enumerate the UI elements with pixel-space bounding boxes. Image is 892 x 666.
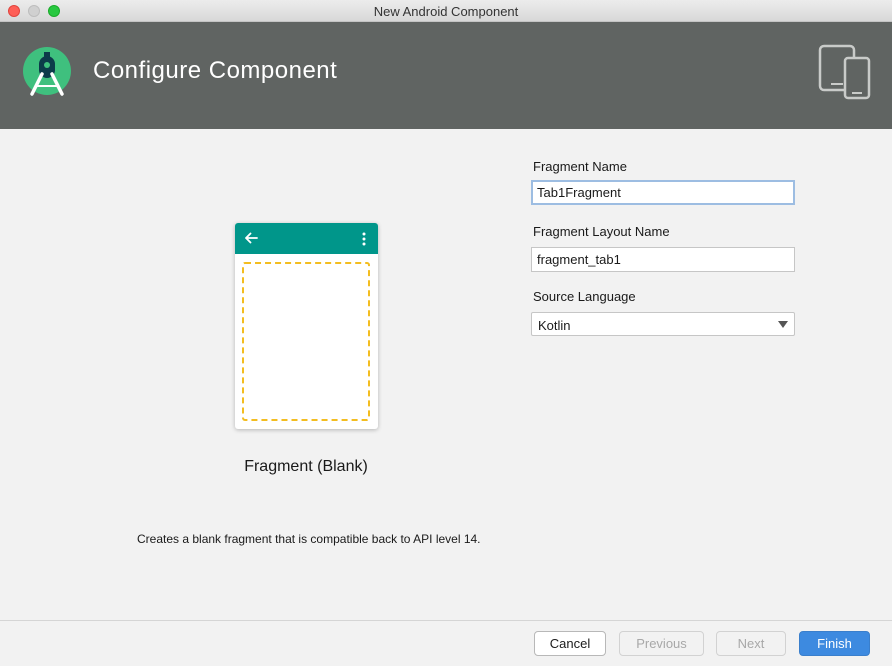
- finish-button[interactable]: Finish: [799, 631, 870, 656]
- new-android-component-window: New Android Component Configure Componen…: [0, 0, 892, 666]
- fragment-name-label: Fragment Name: [533, 159, 627, 174]
- more-vert-icon: [362, 232, 366, 246]
- source-language-value: Kotlin: [538, 318, 571, 333]
- arrow-back-icon: [245, 232, 258, 244]
- cancel-button[interactable]: Cancel: [534, 631, 606, 656]
- android-studio-logo-icon: [23, 47, 71, 96]
- tablet-phone-icon: [818, 44, 871, 100]
- chevron-down-icon: [778, 321, 788, 328]
- source-language-label: Source Language: [533, 289, 636, 304]
- source-language-select[interactable]: Kotlin: [531, 312, 795, 336]
- fragment-name-input[interactable]: Tab1Fragment: [531, 180, 795, 205]
- template-description: Creates a blank fragment that is compati…: [137, 532, 481, 546]
- fragment-preview: [235, 223, 378, 429]
- window-title: New Android Component: [373, 4, 519, 19]
- page-title: Configure Component: [93, 57, 338, 84]
- fragment-layout-name-label: Fragment Layout Name: [533, 224, 670, 239]
- previous-button[interactable]: Previous: [619, 631, 704, 656]
- template-name: Fragment (Blank): [244, 458, 368, 475]
- fragment-layout-name-input[interactable]: fragment_tab1: [531, 247, 795, 272]
- fragment-placeholder: [242, 262, 370, 421]
- next-button[interactable]: Next: [716, 631, 786, 656]
- title-bar: New Android Component: [0, 0, 892, 22]
- footer-divider: [0, 620, 892, 621]
- preview-app-bar: [235, 223, 378, 254]
- wizard-header: Configure Component: [0, 22, 892, 129]
